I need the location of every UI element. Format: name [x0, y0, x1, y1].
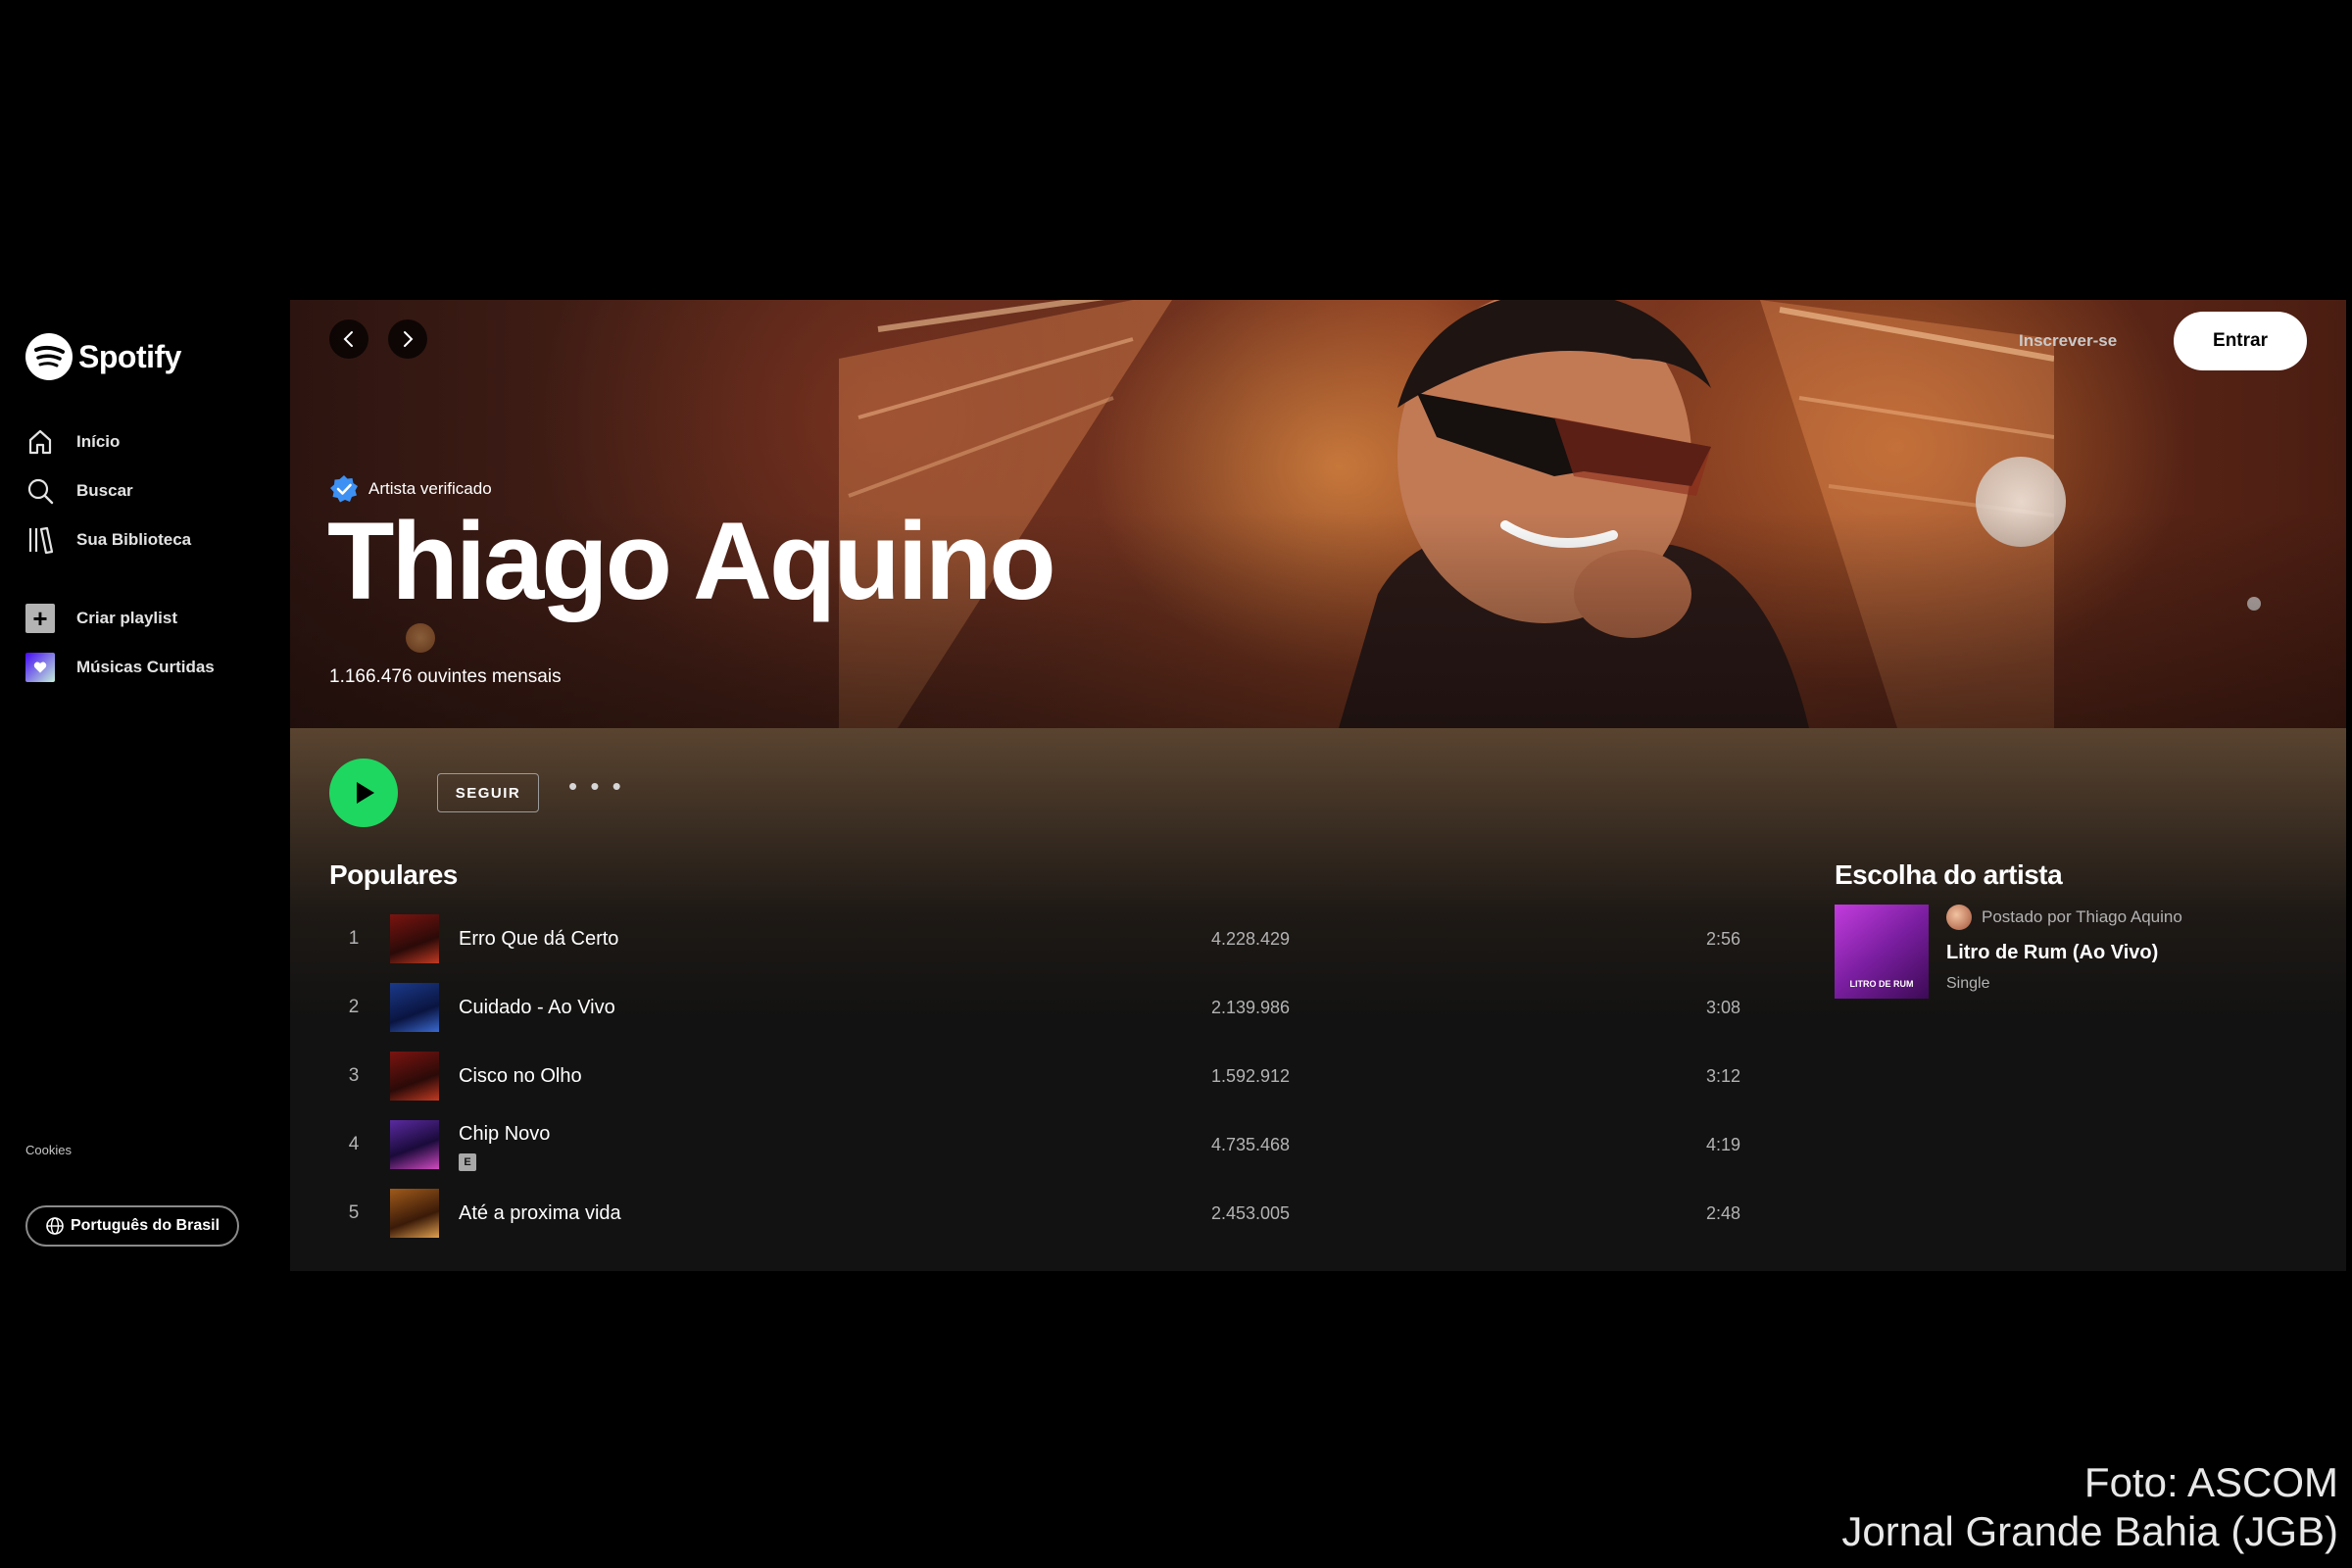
- heart-icon: [25, 653, 55, 682]
- more-options-button[interactable]: • • •: [568, 773, 624, 812]
- home-icon: [28, 429, 52, 455]
- track-title: Chip Novo: [459, 1122, 551, 1145]
- search-icon: [27, 478, 54, 505]
- credit-line-2: Jornal Grande Bahia (JGB): [1841, 1508, 2338, 1554]
- chevron-right-icon: [404, 331, 414, 347]
- track-cover-image: [390, 1189, 439, 1238]
- spotify-logo[interactable]: Spotify: [25, 331, 181, 382]
- sidebar: Spotify Início Buscar Sua Biblioteca + C…: [0, 300, 290, 1271]
- spotify-wordmark: Spotify: [78, 338, 181, 374]
- track-title: Até a proxima vida: [459, 1201, 621, 1224]
- artist-name: Thiago Aquino: [327, 500, 1056, 622]
- monthly-listeners: 1.166.476 ouvintes mensais: [329, 666, 562, 687]
- history-nav: [329, 319, 427, 359]
- signup-button[interactable]: Inscrever-se: [2019, 321, 2117, 361]
- sidebar-nav: Início Buscar Sua Biblioteca + Criar pla…: [25, 417, 280, 692]
- track-row[interactable]: 1 Erro Que dá Certo 4.228.429 2:56: [329, 905, 1760, 973]
- pick-cover-text: LITRO DE RUM: [1849, 979, 1914, 989]
- track-row[interactable]: 4 Chip Novo E 4.735.468 4:19: [329, 1110, 1760, 1179]
- track-row[interactable]: 5 Até a proxima vida 2.453.005 2:48: [329, 1179, 1760, 1248]
- create-playlist-button[interactable]: + Criar playlist: [25, 594, 280, 643]
- track-number: 3: [348, 1065, 360, 1086]
- library-icon: [28, 526, 54, 555]
- follow-button[interactable]: SEGUIR: [437, 773, 539, 812]
- avatar: [1946, 905, 1972, 930]
- photo-credit-watermark: Foto: ASCOM Jornal Grande Bahia (JGB): [1841, 1458, 2338, 1556]
- track-title: Cisco no Olho: [459, 1064, 582, 1087]
- track-duration: 3:12: [1705, 1065, 1740, 1086]
- pick-song-title[interactable]: Litro de Rum (Ao Vivo): [1946, 942, 2158, 964]
- track-cover-image: [390, 1120, 439, 1169]
- track-plays: 4.228.429: [1210, 928, 1291, 949]
- track-number: 4: [348, 1134, 360, 1154]
- track-row[interactable]: 3 Cisco no Olho 1.592.912 3:12: [329, 1042, 1760, 1110]
- track-duration: 4:19: [1705, 1134, 1740, 1154]
- sidebar-item-label: Buscar: [76, 481, 133, 500]
- play-button[interactable]: [329, 759, 398, 827]
- sidebar-item-label: Início: [76, 432, 121, 451]
- globe-icon: [46, 1217, 64, 1235]
- main-view: Inscrever-se Entrar Artista verificado T…: [290, 300, 2346, 1271]
- track-number: 5: [348, 1202, 360, 1223]
- track-duration: 2:48: [1705, 1202, 1740, 1223]
- screenshot-frame: Spotify Início Buscar Sua Biblioteca + C…: [0, 0, 2352, 1568]
- track-title: Erro Que dá Certo: [459, 927, 619, 950]
- track-cover-image: [390, 914, 439, 963]
- sidebar-item-library[interactable]: Sua Biblioteca: [25, 515, 280, 564]
- track-duration: 3:08: [1705, 997, 1740, 1017]
- popular-track-list: 1 Erro Que dá Certo 4.228.429 2:56 2 Cui…: [329, 905, 1760, 1248]
- track-row[interactable]: 2 Cuidado - Ao Vivo 2.139.986 3:08: [329, 973, 1760, 1042]
- pick-posted-label: Postado por Thiago Aquino: [1982, 907, 2182, 926]
- artist-header: Inscrever-se Entrar Artista verificado T…: [290, 300, 2346, 728]
- back-button[interactable]: [329, 319, 368, 359]
- artist-content: SEGUIR • • • Populares Escolha do artist…: [290, 728, 2346, 1271]
- credit-line-1: Foto: ASCOM: [2083, 1459, 2338, 1505]
- track-title: Cuidado - Ao Vivo: [459, 996, 615, 1018]
- track-number: 1: [348, 928, 360, 949]
- action-bar: SEGUIR • • •: [329, 758, 624, 828]
- track-number: 2: [348, 997, 360, 1017]
- sidebar-item-search[interactable]: Buscar: [25, 466, 280, 515]
- pick-release-type: Single: [1946, 975, 1990, 992]
- track-plays: 4.735.468: [1210, 1134, 1291, 1154]
- track-plays: 2.453.005: [1210, 1202, 1291, 1223]
- popular-heading: Populares: [329, 859, 458, 890]
- sidebar-item-home[interactable]: Início: [25, 417, 280, 466]
- language-label: Português do Brasil: [70, 1217, 220, 1234]
- chevron-left-icon: [343, 331, 353, 347]
- play-icon: [357, 782, 374, 804]
- track-plays: 2.139.986: [1210, 997, 1291, 1017]
- explicit-badge: E: [459, 1153, 476, 1171]
- track-duration: 2:56: [1705, 928, 1740, 949]
- cookies-link[interactable]: Cookies: [25, 1143, 72, 1157]
- track-cover-image: [390, 1052, 439, 1101]
- sidebar-item-label: Sua Biblioteca: [76, 530, 192, 549]
- track-cover-image: [390, 983, 439, 1032]
- pick-posted-by: Postado por Thiago Aquino: [1946, 905, 2260, 930]
- track-plays: 1.592.912: [1210, 1065, 1291, 1086]
- forward-button[interactable]: [388, 319, 427, 359]
- liked-songs-button[interactable]: Músicas Curtidas: [25, 643, 280, 692]
- liked-songs-label: Músicas Curtidas: [76, 658, 215, 676]
- artist-pick-heading: Escolha do artista: [1835, 859, 2063, 890]
- create-playlist-label: Criar playlist: [76, 609, 177, 627]
- spotify-logo-icon: [25, 333, 73, 380]
- login-button[interactable]: Entrar: [2174, 312, 2307, 370]
- pick-cover-image: LITRO DE RUM: [1835, 905, 1929, 999]
- plus-icon: +: [25, 604, 55, 633]
- language-button[interactable]: Português do Brasil: [25, 1205, 239, 1247]
